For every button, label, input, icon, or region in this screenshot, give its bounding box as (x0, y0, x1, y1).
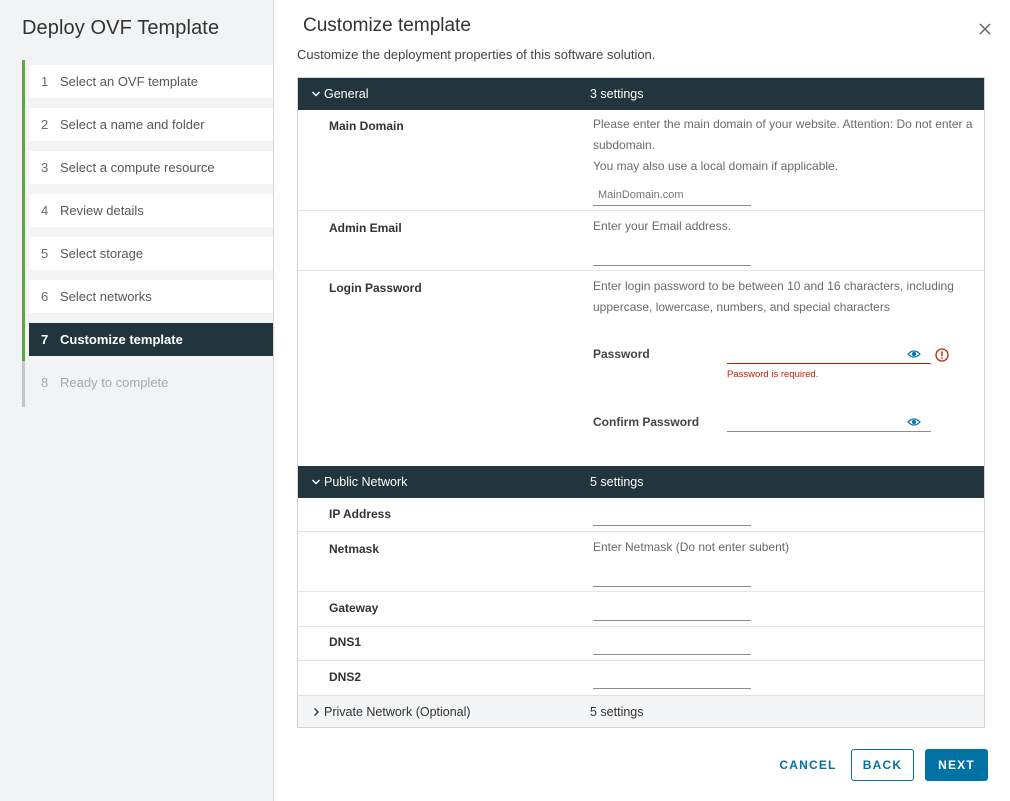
step-number: 4 (41, 203, 49, 218)
field-label: Login Password (329, 281, 422, 295)
section-private-network-header[interactable]: Private Network (Optional) 5 settings (298, 695, 984, 727)
chevron-right-icon (314, 708, 319, 716)
step-number: 5 (41, 246, 49, 261)
eye-icon[interactable] (907, 417, 921, 427)
netmask-input[interactable] (593, 565, 751, 587)
step-select-networks[interactable]: 6 Select networks (22, 275, 273, 318)
wizard-sidebar: Deploy OVF Template 1 Select an OVF templ… (0, 0, 274, 801)
password-error-message: Password is required. (727, 369, 819, 380)
section-name: Private Network (Optional) (324, 705, 471, 719)
chevron-down-icon (312, 479, 320, 485)
page-title: Customize template (303, 15, 471, 36)
step-label: Ready to complete (60, 375, 169, 390)
section-count: 5 settings (590, 475, 644, 489)
section-public-network-header[interactable]: Public Network 5 settings (298, 466, 984, 498)
password-input[interactable] (727, 342, 931, 364)
close-icon (979, 23, 991, 35)
field-label: Admin Email (329, 221, 402, 235)
field-description: Enter login password to be between 10 an… (593, 279, 954, 314)
field-label: Main Domain (329, 119, 404, 133)
back-button[interactable]: BACK (851, 749, 914, 781)
gateway-input[interactable] (593, 599, 751, 621)
step-select-compute-resource[interactable]: 3 Select a compute resource (22, 146, 273, 189)
field-label: DNS1 (329, 635, 362, 649)
section-name: Public Network (324, 475, 408, 489)
step-number: 7 (41, 332, 49, 347)
row-dns2: DNS2 (298, 661, 984, 695)
step-number: 3 (41, 160, 49, 175)
section-general-header[interactable]: General 3 settings (298, 78, 984, 110)
step-number: 2 (41, 117, 49, 132)
field-label: DNS2 (329, 670, 362, 684)
ip-address-input[interactable] (593, 504, 751, 526)
field-label: Netmask (329, 542, 380, 556)
description-line: You may also use a local domain if appli… (593, 159, 839, 173)
eye-icon[interactable] (907, 349, 921, 359)
description-line: Please enter the main domain of your web… (593, 117, 973, 152)
step-select-name-folder[interactable]: 2 Select a name and folder (22, 103, 273, 146)
row-admin-email: Admin Email Enter your Email address. (298, 211, 984, 271)
wizard-steps: 1 Select an OVF template 2 Select a name a… (22, 60, 273, 407)
field-description: Enter Netmask (Do not enter subent) (593, 540, 790, 554)
step-label: Customize template (60, 332, 183, 347)
step-number: 8 (41, 375, 49, 390)
chevron-down-icon (312, 91, 320, 97)
main-domain-input[interactable] (593, 184, 751, 206)
step-customize-template[interactable]: 7 Customize template (22, 318, 273, 361)
row-main-domain: Main Domain Please enter the main domain… (298, 110, 984, 211)
step-label: Select networks (60, 289, 152, 304)
step-label: Select a compute resource (60, 160, 215, 175)
section-count: 5 settings (590, 705, 644, 719)
next-button[interactable]: NEXT (925, 749, 988, 781)
confirm-password-label: Confirm Password (593, 415, 700, 429)
password-label: Password (593, 347, 650, 361)
section-count: 3 settings (590, 87, 644, 101)
row-dns1: DNS1 (298, 627, 984, 661)
step-label: Review details (60, 203, 144, 218)
error-icon (935, 348, 949, 362)
admin-email-input[interactable] (593, 244, 751, 266)
field-label: Gateway (329, 601, 379, 615)
step-number: 6 (41, 289, 49, 304)
step-select-ovf-template[interactable]: 1 Select an OVF template (22, 60, 273, 103)
field-label: IP Address (329, 507, 392, 521)
row-login-password: Login Password Enter login password to b… (298, 271, 984, 466)
field-description: Please enter the main domain of your web… (593, 114, 973, 177)
step-label: Select storage (60, 246, 144, 261)
step-select-storage[interactable]: 5 Select storage (22, 232, 273, 275)
dns1-input[interactable] (593, 633, 751, 655)
step-label: Select a name and folder (60, 117, 205, 132)
page-subtitle: Customize the deployment properties of t… (297, 47, 656, 62)
step-review-details[interactable]: 4 Review details (22, 189, 273, 232)
row-ip-address: IP Address (298, 498, 984, 532)
field-description: Enter your Email address. (593, 219, 732, 233)
section-name: General (324, 87, 369, 101)
wizard-title: Deploy OVF Template (22, 17, 220, 39)
step-number: 1 (41, 74, 49, 89)
cancel-button[interactable]: CANCEL (775, 749, 841, 781)
confirm-password-input[interactable] (727, 410, 931, 432)
row-netmask: Netmask Enter Netmask (Do not enter sube… (298, 532, 984, 592)
close-button[interactable] (976, 20, 994, 38)
step-label: Select an OVF template (60, 74, 199, 89)
step-ready-to-complete: 8 Ready to complete (22, 361, 273, 407)
dns2-input[interactable] (593, 667, 751, 689)
properties-panel: General 3 settings Main Domain Please en… (297, 77, 985, 728)
row-gateway: Gateway (298, 592, 984, 627)
